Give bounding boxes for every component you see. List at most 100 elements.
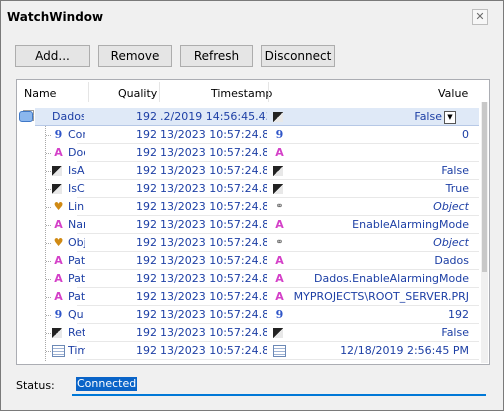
- row-quality: 192: [136, 110, 157, 123]
- row-quality: 192: [136, 290, 157, 303]
- table-row[interactable]: ♥Obj19213/2023 10:57:24.809⚭Object: [17, 234, 489, 252]
- string-icon: A: [275, 290, 284, 303]
- row-value[interactable]: Dados: [286, 252, 469, 270]
- row-timestamp: 13/2023 10:57:24.812: [160, 326, 267, 339]
- row-quality: 192: [136, 200, 157, 213]
- table-row[interactable]: ADoc19213/2023 10:57:24.805A: [17, 144, 489, 162]
- table-row[interactable]: IsC19213/2023 10:57:24.811True: [17, 180, 489, 198]
- row-value[interactable]: 12/18/2019 2:56:45 PM: [286, 342, 469, 360]
- row-timestamp: .2/2019 14:56:45.434: [160, 110, 267, 123]
- row-quality: 192: [136, 254, 157, 267]
- string-icon: A: [54, 146, 63, 159]
- table-row[interactable]: 9Qu19213/2023 10:57:24.8139192: [17, 306, 489, 324]
- row-quality: 192: [136, 128, 157, 141]
- table-row[interactable]: Ret19213/2023 10:57:24.812False: [17, 324, 489, 342]
- object-icon: ♥: [53, 200, 64, 213]
- row-timestamp: 13/2023 10:57:24.809: [160, 236, 267, 249]
- row-value[interactable]: True: [286, 180, 469, 198]
- row-timestamp: .2/2019 14:56:45.434: [160, 360, 267, 364]
- row-timestamp: 13/2023 10:57:24.806: [160, 128, 267, 141]
- string-icon: A: [275, 272, 284, 285]
- refresh-button[interactable]: Refresh: [180, 45, 253, 67]
- column-divider[interactable]: [268, 82, 269, 102]
- folder-object-icon: [19, 111, 33, 122]
- row-value[interactable]: False: [286, 360, 469, 364]
- add-button[interactable]: Add...: [15, 45, 90, 67]
- boolean-icon: [273, 364, 283, 365]
- date-icon: [52, 345, 65, 357]
- status-field[interactable]: Connected: [72, 375, 486, 396]
- row-value[interactable]: EnableAlarmingMode: [286, 216, 469, 234]
- column-divider[interactable]: [88, 82, 89, 102]
- string-icon: A: [54, 254, 63, 267]
- watch-window: WatchWindow ✕ Add... Remove Refresh Disc…: [0, 0, 504, 411]
- string-icon: A: [54, 272, 63, 285]
- close-icon[interactable]: ✕: [472, 9, 488, 25]
- column-header-value[interactable]: Value: [438, 87, 468, 100]
- column-header-timestamp[interactable]: Timestamp: [211, 87, 272, 100]
- window-title: WatchWindow: [7, 10, 104, 24]
- disconnect-button[interactable]: Disconnect: [261, 45, 335, 67]
- row-quality: 192: [136, 236, 157, 249]
- boolean-icon: [273, 112, 283, 122]
- row-timestamp: 13/2023 10:57:24.808: [160, 200, 267, 213]
- column-header-quality[interactable]: Quality: [118, 87, 157, 100]
- chevron-down-icon[interactable]: ▼: [444, 110, 456, 124]
- row-value-text: False: [414, 110, 442, 123]
- string-icon: A: [54, 290, 63, 303]
- string-icon: A: [54, 218, 63, 231]
- row-quality: 192: [136, 272, 157, 285]
- row-value[interactable]: [286, 144, 469, 162]
- toolbar: Add... Remove Refresh Disconnect: [1, 41, 503, 71]
- row-value[interactable]: 192: [286, 306, 469, 324]
- row-value[interactable]: Dados.EnableAlarmingMode: [286, 270, 469, 288]
- number-icon: 9: [54, 128, 63, 141]
- boolean-icon: [52, 184, 62, 194]
- row-value[interactable]: False ▼: [286, 108, 456, 126]
- status-label: Status:: [16, 379, 55, 392]
- vertical-scrollbar[interactable]: [481, 102, 488, 363]
- table-row[interactable]: APat19213/2023 10:57:24.810ADados: [17, 252, 489, 270]
- table-row[interactable]: ♥Linl19213/2023 10:57:24.808⚭Object: [17, 198, 489, 216]
- row-timestamp: 13/2023 10:57:24.805: [160, 146, 267, 159]
- row-value[interactable]: Object: [286, 234, 469, 252]
- column-divider[interactable]: [159, 82, 160, 102]
- scrollbar-thumb[interactable]: [482, 102, 487, 272]
- table-row-root[interactable]: Dados 192 .2/2019 14:56:45.434 False▼: [17, 108, 489, 126]
- table-row[interactable]: APat19213/2023 10:57:24.810AMYPROJECTS\R…: [17, 288, 489, 306]
- string-icon: A: [275, 254, 284, 267]
- table-row[interactable]: ANar19213/2023 10:57:24.804AEnableAlarmi…: [17, 216, 489, 234]
- watch-list[interactable]: Name Quality Timestamp Value − Dados 192…: [16, 79, 490, 365]
- column-header-name[interactable]: Name: [24, 87, 56, 100]
- row-quality: 192: [136, 308, 157, 321]
- boolean-icon: [52, 328, 62, 338]
- row-value[interactable]: False: [286, 324, 469, 342]
- boolean-icon: [273, 328, 283, 338]
- row-timestamp: 13/2023 10:57:24.813: [160, 344, 267, 357]
- row-value[interactable]: Object: [286, 198, 469, 216]
- boolean-icon: [273, 166, 283, 176]
- row-value[interactable]: False: [286, 162, 469, 180]
- remove-button[interactable]: Remove: [98, 45, 172, 67]
- table-row[interactable]: IsA19213/2023 10:57:24.811False: [17, 162, 489, 180]
- table-row[interactable]: 9Cor19213/2023 10:57:24.80690: [17, 126, 489, 144]
- number-icon: 9: [54, 308, 63, 321]
- status-value: Connected: [76, 377, 138, 391]
- row-quality: 192: [136, 164, 157, 177]
- link-icon: ⚭: [275, 201, 284, 212]
- row-quality: 192: [136, 344, 157, 357]
- row-value[interactable]: 0: [286, 126, 469, 144]
- row-timestamp: 13/2023 10:57:24.811: [160, 182, 267, 195]
- table-row[interactable]: APat19213/2023 10:57:24.807ADados.Enable…: [17, 270, 489, 288]
- row-quality: 192: [136, 182, 157, 195]
- row-value[interactable]: MYPROJECTS\ROOT_SERVER.PRJ: [286, 288, 469, 306]
- table-row[interactable]: Tim19213/2023 10:57:24.81312/18/2019 2:5…: [17, 342, 489, 360]
- row-quality: 192: [136, 146, 157, 159]
- string-icon: A: [275, 218, 284, 231]
- table-row[interactable]: VVal192.2/2019 14:56:45.434False: [17, 360, 489, 365]
- row-name: Dados: [52, 110, 84, 123]
- date-icon: [273, 345, 286, 357]
- object-icon: ♥: [53, 236, 64, 249]
- number-icon: 9: [275, 128, 284, 141]
- boolean-icon: [273, 184, 283, 194]
